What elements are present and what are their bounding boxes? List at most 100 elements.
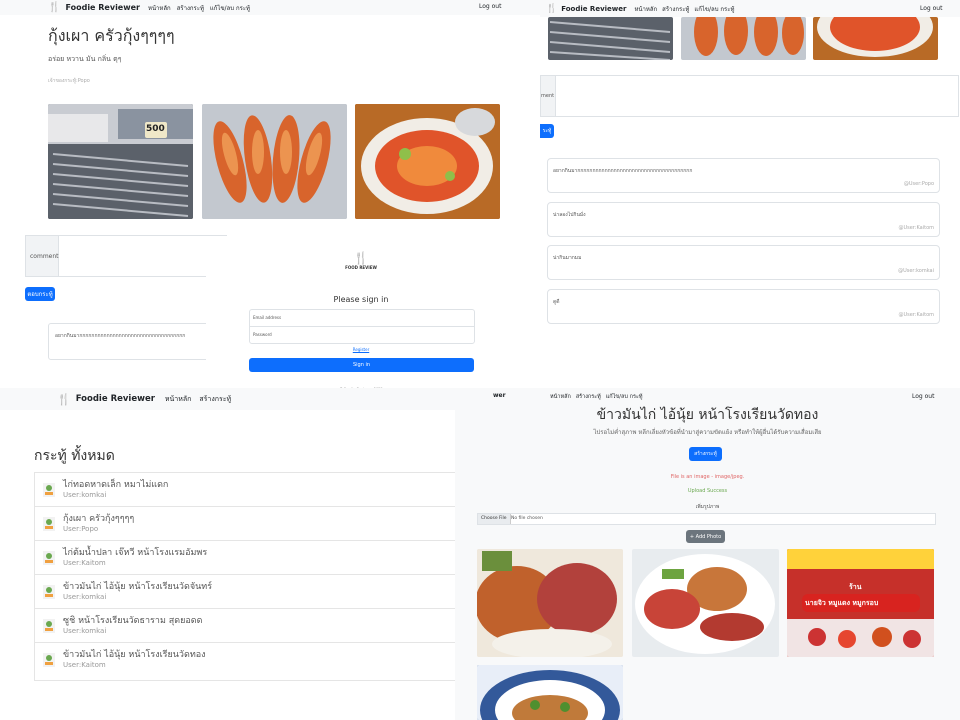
nav-home[interactable]: หน้าหลัก <box>634 4 657 14</box>
comment-form: comment <box>25 235 227 277</box>
nav-create-post[interactable]: สร้างกระทู้ <box>662 4 689 14</box>
password-input[interactable]: Password <box>249 326 475 344</box>
shop-sign: นายจิว หมูแดง หมูกรอบ <box>805 599 879 607</box>
logout-link[interactable]: Log out <box>920 5 942 12</box>
brand-name: Foodie Reviewer <box>561 4 627 13</box>
navbar: 🍴 Foodie Reviewer หน้าหลัก สร้างกระทู้ แ… <box>540 0 960 17</box>
list-item-user: User:Popo <box>63 525 99 533</box>
prawn-photo-graphic <box>202 104 347 219</box>
logout-link[interactable]: Log out <box>479 3 501 10</box>
comment-text: อยากกินมากกกกกกกกกกกกกกกกกกกกกกกกกกกกกกก… <box>55 333 186 339</box>
post-owner: เจ้าของกระทู้:Popo <box>48 78 90 84</box>
upload-subtitle: ไปรอไม่ค่ำสุภาพ หลีกเลี่ยงหัวข้อที่นำมาส… <box>593 429 822 436</box>
comment-textarea[interactable] <box>59 236 226 276</box>
nav-home[interactable]: หน้าหลัก <box>550 393 571 401</box>
brand-name: Foodie Reviewer <box>75 394 155 404</box>
brand[interactable]: 🍴 Foodie Reviewer <box>57 393 155 406</box>
list-item-user: User:komkai <box>63 627 107 635</box>
post-photo-1-cropped <box>548 17 673 60</box>
comment-label: comment <box>30 253 59 260</box>
comment-text: ดูดี <box>553 299 560 305</box>
list-item-user: User:Kaitom <box>63 661 106 669</box>
food-review-logo: 🍴 FOOD REVIEW <box>343 251 379 281</box>
post-photo-2-cropped <box>681 17 806 60</box>
comment-card: น่ากินมากมม @User:komkai <box>547 245 940 280</box>
price-sign: 500 <box>146 124 165 134</box>
comment-author: @User:komkai <box>898 268 934 274</box>
upload-error-text: File is an image - image/jpeg. <box>670 474 745 480</box>
reply-button[interactable]: ระทู้ <box>540 124 554 138</box>
food-post-icon <box>43 618 55 633</box>
food-post-icon <box>43 584 55 599</box>
logo-text: FOOD REVIEW <box>345 265 377 270</box>
reply-button[interactable]: ตอบกระทู้ <box>25 287 55 301</box>
food-post-icon <box>43 482 55 497</box>
post-photo-1: 500 <box>48 104 193 219</box>
list-item-user: User:komkai <box>63 593 107 601</box>
upload-success-text: Upload Success <box>687 488 728 494</box>
stall-photo-graphic <box>48 104 193 219</box>
post-photo-3-cropped <box>813 17 938 60</box>
nav-edit-post[interactable]: แก้ไข/ลบ กระทู้ <box>210 3 250 13</box>
stall-photo-graphic <box>549 21 671 60</box>
choose-file-button[interactable]: Choose File <box>478 514 511 524</box>
nav-home[interactable]: หน้าหลัก <box>148 3 171 13</box>
list-heading: กระทู้ ทั้งหมด <box>34 448 115 464</box>
logout-link[interactable]: Log out <box>912 393 934 400</box>
list-item[interactable]: ไก่ทอดหาดเล็ก หมาไม่แดก User:komkai <box>35 472 455 507</box>
upload-post-title: ข้าวมันไก่ ไอ้นุ้ย หน้าโรงเรียนวัดทอง <box>596 407 819 423</box>
list-item-title: ไก่ต้มน้ำปลา เจ๊หวี หน้าโรงแรมอัมพร <box>63 548 208 558</box>
brand-name-cropped: wer <box>493 392 506 399</box>
comment-label: ment <box>541 93 555 99</box>
nav-home[interactable]: หน้าหลัก <box>165 394 191 405</box>
password-placeholder: Password <box>253 332 272 337</box>
nav-create-post[interactable]: สร้างกระทู้ <box>576 393 601 401</box>
comment-author: @User:Kaitom <box>898 312 934 318</box>
comment-card: อยากกินมากกกกกกกกกกกกกกกกกกกกกกกกกกกกกกก… <box>547 158 940 193</box>
brand[interactable]: 🍴 Foodie Reviewer <box>546 4 626 14</box>
register-link[interactable]: Register <box>206 347 516 352</box>
gallery-photo-3: ร้าน นายจิว หมูแดง หมูกรอบ <box>787 549 934 657</box>
nav-create-post[interactable]: สร้างกระทู้ <box>199 394 231 405</box>
nav-create-post[interactable]: สร้างกระทู้ <box>177 3 204 13</box>
list-item[interactable]: ข้าวมันไก่ ไอ้นุ้ย หน้าโรงเรียนวัดจันทร์… <box>35 574 455 609</box>
list-item[interactable]: กุ้งเผา ครัวกุ้งๆๆๆๆ User:Popo <box>35 506 455 541</box>
upload-panel: wer หน้าหลัก สร้างกระทู้ แก้ไข/ลบ กระทู้… <box>455 388 960 720</box>
add-image-label: เพิ่มรูปภาพ <box>695 504 720 510</box>
list-item-title: ข้าวมันไก่ ไอ้นุ้ย หน้าโรงเรียนวัดทอง <box>63 650 206 660</box>
list-item[interactable]: ไก่ต้มน้ำปลา เจ๊หวี หน้าโรงแรมอัมพร User… <box>35 540 455 575</box>
food-post-icon <box>43 516 55 531</box>
create-post-button[interactable]: สร้างกระทู้ <box>689 447 722 461</box>
brand[interactable]: 🍴 Foodie Reviewer <box>48 2 140 13</box>
comment-text: อยากกินมากกกกกกกกกกกกกกกกกกกกกกกกกกกกกกก… <box>553 168 693 174</box>
post-list: ไก่ทอดหาดเล็ก หมาไม่แดก User:komkai กุ้ง… <box>34 472 455 681</box>
comment-card: น่าลองไปกินมั่ง @User:Kaitom <box>547 202 940 237</box>
gallery-photo-1 <box>477 549 623 657</box>
nav-edit-post[interactable]: แก้ไข/ลบ กระทู้ <box>606 393 643 401</box>
list-item-title: ไก่ทอดหาดเล็ก หมาไม่แดก <box>63 480 169 490</box>
nav-edit-post[interactable]: แก้ไข/ลบ กระทู้ <box>694 4 734 14</box>
navbar: 🍴 Foodie Reviewer หน้าหลัก สร้างกระทู้ แ… <box>0 0 540 15</box>
brand-name: Foodie Reviewer <box>65 3 140 12</box>
file-input[interactable]: Choose File No file chosen <box>477 513 936 525</box>
list-item-user: User:Kaitom <box>63 559 106 567</box>
comment-textarea[interactable] <box>556 76 958 116</box>
comment-form: ment <box>540 75 959 117</box>
comment-author: @User:Kaitom <box>898 225 934 231</box>
comment-text: น่าลองไปกินมั่ง <box>553 212 586 218</box>
navbar: 🍴 Foodie Reviewer หน้าหลัก สร้างกระทู้ <box>0 388 455 410</box>
email-input[interactable]: Email address <box>249 309 475 327</box>
post-list-panel: 🍴 Foodie Reviewer หน้าหลัก สร้างกระทู้ ก… <box>0 388 455 720</box>
list-item-title: ซูชิ หน้าโรงเรียนวัดธาราม สุดยอดด <box>63 616 203 626</box>
list-item[interactable]: ข้าวมันไก่ ไอ้นุ้ย หน้าโรงเรียนวัดทอง Us… <box>35 642 455 680</box>
food-post-icon <box>43 550 55 565</box>
add-photo-button[interactable]: + Add Photo <box>686 530 725 543</box>
prawn-photo-graphic <box>694 17 804 56</box>
comment-card: อยากกินมากกกกกกกกกกกกกกกกกกกกกกกกกกกกกกก… <box>48 323 220 360</box>
food-post-icon <box>43 652 55 667</box>
signin-heading: Please sign in <box>333 295 389 304</box>
fork-knife-icon: 🍴 <box>546 3 558 14</box>
gallery-photo-4 <box>477 665 623 720</box>
list-item[interactable]: ซูชิ หน้าโรงเรียนวัดธาราม สุดยอดด User:k… <box>35 608 455 643</box>
signin-button[interactable]: Sign in <box>249 358 474 372</box>
